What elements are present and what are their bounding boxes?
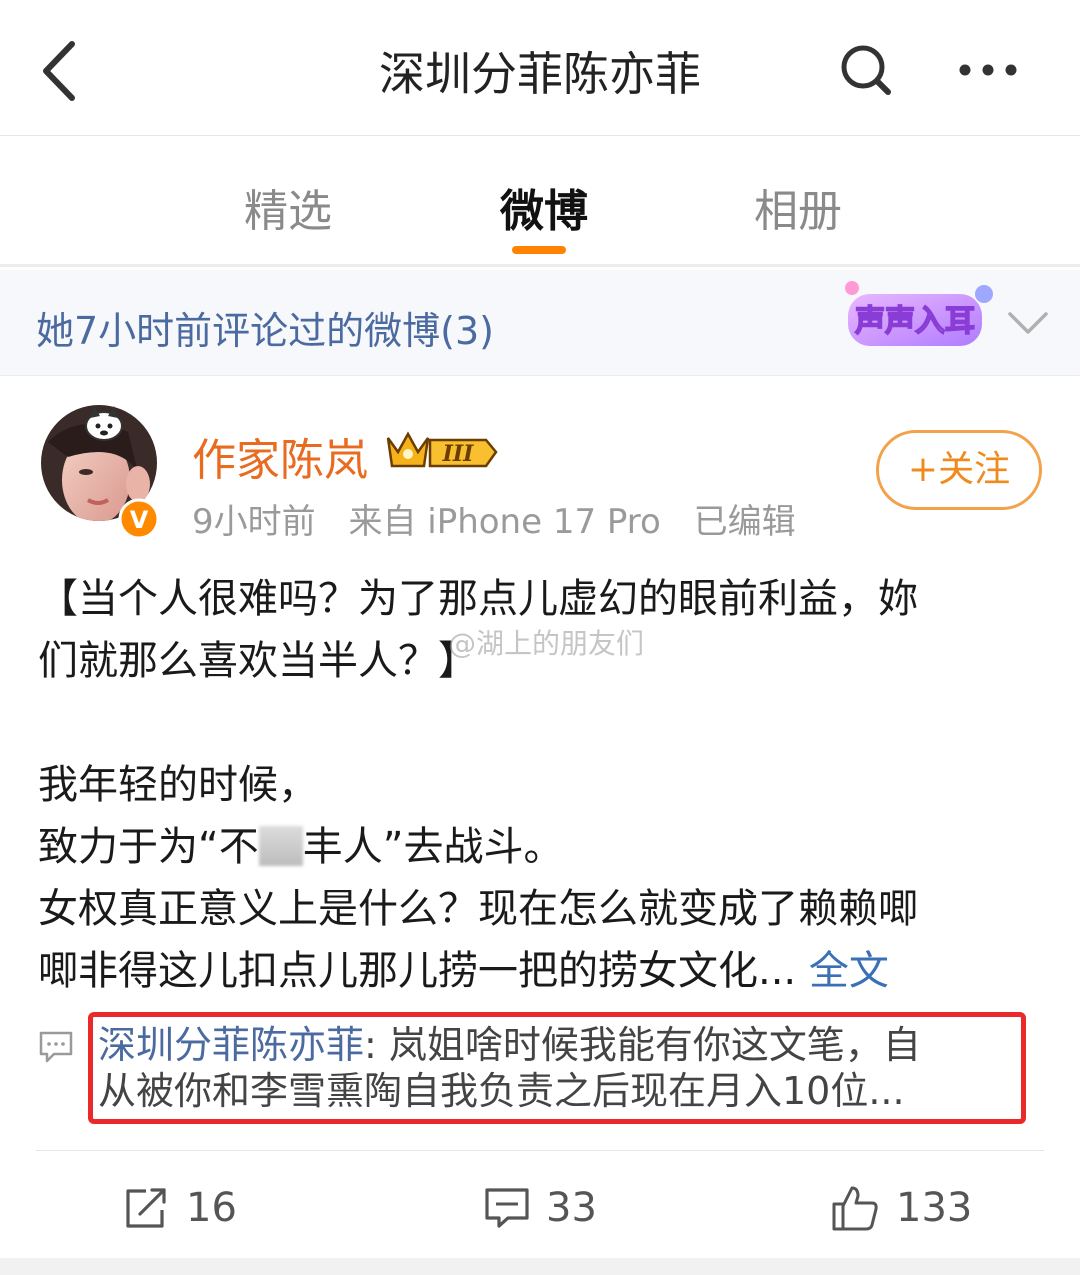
post-meta: 9小时前 来自 iPhone 17 Pro 已编辑 bbox=[192, 494, 818, 543]
svg-text:III: III bbox=[442, 441, 475, 467]
comment-history-label: 她7小时前评论过的微博(3) bbox=[36, 309, 495, 353]
tab-album[interactable]: 相册 bbox=[754, 175, 842, 239]
post-text-line: 致力于为“不 丰人”去战斗。 bbox=[38, 824, 564, 870]
comment-username[interactable]: 深圳分菲陈亦菲 bbox=[98, 1023, 364, 1067]
watermark: @湖上的朋友们 bbox=[448, 627, 645, 660]
author-name[interactable]: 作家陈岚 bbox=[192, 424, 368, 488]
repost-button[interactable]: 16 bbox=[124, 1178, 237, 1238]
verified-badge-icon: V bbox=[118, 498, 160, 540]
post-edited: 已编辑 bbox=[693, 502, 796, 542]
follow-button[interactable]: +关注 bbox=[876, 430, 1042, 510]
repost-count: 16 bbox=[186, 1185, 237, 1231]
top-nav-bar: 深圳分菲陈亦菲 bbox=[0, 0, 1080, 136]
search-icon[interactable] bbox=[836, 40, 896, 100]
comment-icon bbox=[485, 1188, 529, 1228]
member-crown-icon[interactable]: III bbox=[386, 430, 500, 472]
tab-weibo[interactable]: 微博 bbox=[500, 175, 588, 239]
sound-badge-label: 声声入耳 bbox=[855, 304, 975, 339]
bottom-separator bbox=[0, 1258, 1080, 1275]
tab-featured[interactable]: 精选 bbox=[244, 175, 332, 239]
blurred-character bbox=[258, 826, 303, 866]
full-text-link[interactable]: 全文 bbox=[809, 948, 889, 994]
comment-small-icon bbox=[39, 1031, 73, 1063]
comment-count: 33 bbox=[546, 1185, 597, 1231]
post-text-line bbox=[38, 692, 1048, 754]
post-text-line: 女权真正意义上是什么？现在怎么就变成了赖赖唧 bbox=[38, 886, 918, 932]
more-options-icon[interactable] bbox=[955, 44, 1021, 96]
like-count: 133 bbox=[896, 1185, 973, 1231]
svg-text:V: V bbox=[130, 506, 149, 534]
comment-preview[interactable]: 深圳分菲陈亦菲: 岚姐啥时候我能有你这文笔，自 从被你和李雪熏陶自我负责之后现在… bbox=[98, 1022, 1016, 1114]
comment-button[interactable]: 33 bbox=[484, 1178, 597, 1238]
like-button[interactable]: 133 bbox=[830, 1178, 972, 1238]
thumbs-up-icon bbox=[832, 1186, 878, 1231]
profile-tabs: 精选 微博 相册 bbox=[0, 137, 1080, 267]
post-time: 9小时前 bbox=[192, 502, 316, 542]
page-title: 深圳分菲陈亦菲 bbox=[379, 47, 701, 101]
comment-text: : 岚姐啥时候我能有你这文笔，自 bbox=[364, 1023, 921, 1067]
divider bbox=[36, 1150, 1044, 1151]
comment-text: 从被你和李雪熏陶自我负责之后现在月入10位... bbox=[98, 1069, 905, 1113]
chevron-down-icon[interactable] bbox=[1006, 304, 1050, 340]
post-source: 来自 iPhone 17 Pro bbox=[348, 502, 661, 542]
post-text-line: 我年轻的时候， bbox=[38, 762, 318, 808]
active-tab-indicator bbox=[512, 246, 566, 254]
post-text-line: 【当个人很难吗？为了那点儿虚幻的眼前利益，妳 bbox=[38, 576, 918, 622]
repost-icon bbox=[126, 1188, 166, 1228]
post-text-line: 唧非得这儿扣点儿那儿捞一把的捞女文化... 全文 bbox=[38, 948, 889, 994]
sound-badge-icon[interactable]: 声声入耳 bbox=[834, 274, 1000, 352]
